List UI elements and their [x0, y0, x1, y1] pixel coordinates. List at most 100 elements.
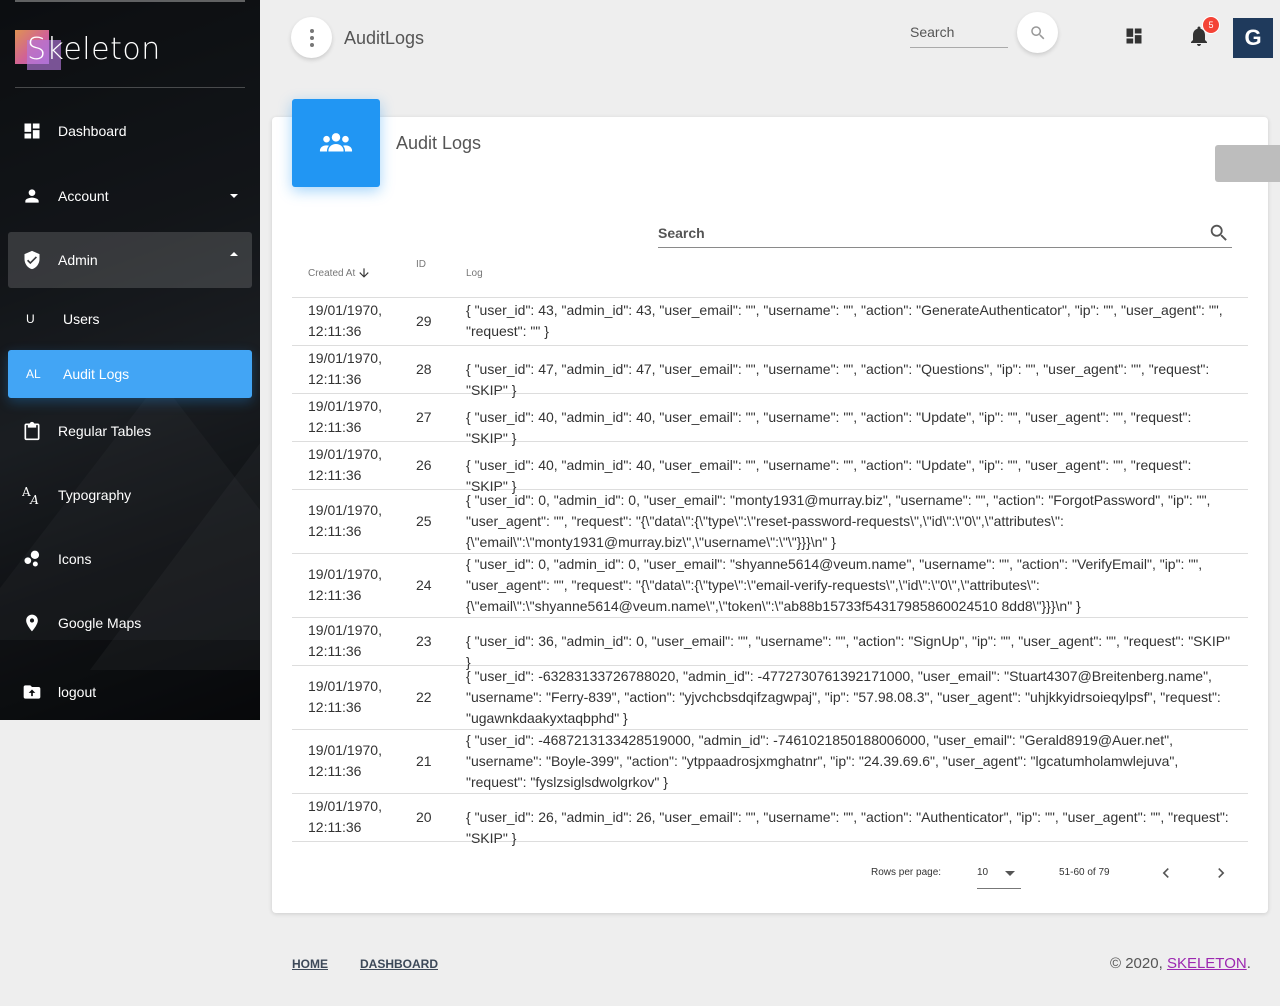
column-header-id[interactable]: ID [416, 259, 426, 270]
sidebar-item-label: Dashboard [58, 123, 127, 139]
sidebar-toggle-button[interactable] [291, 17, 332, 58]
chevron-right-icon [1218, 868, 1225, 878]
header-search [910, 18, 1008, 48]
sidebar-item-label: Account [58, 188, 109, 204]
header-search-button[interactable] [1017, 12, 1058, 53]
cell-created-at: 19/01/1970, 12:11:36 [308, 502, 382, 539]
dashboard-icon [8, 121, 58, 141]
card-action-button[interactable] [1215, 145, 1280, 182]
footer-link-home[interactable]: HOME [292, 957, 328, 971]
cell-created-at: 19/01/1970, 12:11:36 [308, 678, 382, 715]
dashboard-icon[interactable] [1124, 26, 1144, 51]
sidebar-item-admin[interactable]: Admin [8, 232, 252, 288]
table-search [658, 219, 1232, 248]
sidebar-item-account[interactable]: Account [8, 172, 252, 220]
sidebar-divider [15, 87, 245, 88]
person-icon [8, 186, 58, 206]
table-row[interactable]: 19/01/1970, 12:11:36 22 { "user_id": -63… [292, 666, 1248, 730]
cell-id: 21 [416, 753, 432, 769]
sidebar-item-label: Audit Logs [63, 366, 130, 382]
sidebar-item-logout[interactable]: logout [8, 668, 252, 716]
table-row[interactable]: 19/01/1970, 12:11:36 29 { "user_id": 43,… [292, 298, 1248, 346]
card-header-icon [292, 99, 380, 187]
page-title: AuditLogs [344, 28, 425, 48]
audit-log-table: 19/01/1970, 12:11:36 29 { "user_id": 43,… [292, 297, 1248, 846]
cell-id: 22 [416, 689, 432, 705]
column-header-created-at[interactable]: Created At [308, 266, 371, 280]
notification-badge: 5 [1202, 16, 1220, 34]
next-page-button[interactable] [1211, 863, 1231, 886]
avatar[interactable]: G [1233, 18, 1273, 58]
cell-log: { "user_id": 26, "admin_id": 26, "user_e… [466, 809, 1229, 846]
sidebar: Skeleton Dashboard Account Admin U Users… [0, 0, 260, 720]
table-row[interactable]: 19/01/1970, 12:11:36 26 { "user_id": 40,… [292, 442, 1248, 494]
column-header-log[interactable]: Log [466, 268, 483, 279]
cell-log: { "user_id": -4687213133428519000, "admi… [466, 732, 1179, 790]
cell-created-at: 19/01/1970, 12:11:36 [308, 398, 382, 435]
dropdown-arrow-icon [1005, 871, 1015, 876]
rows-per-page-label: Rows per page: [871, 867, 942, 878]
cell-log: { "user_id": 0, "admin_id": 0, "user_ema… [466, 492, 1211, 550]
sidebar-item-audit-logs[interactable]: AL Audit Logs [8, 350, 252, 398]
table-row[interactable]: 19/01/1970, 12:11:36 20 { "user_id": 26,… [292, 794, 1248, 846]
table-row[interactable]: 19/01/1970, 12:11:36 27 { "user_id": 40,… [292, 394, 1248, 446]
cell-id: 27 [416, 409, 432, 425]
sidebar-item-label: Google Maps [58, 615, 142, 631]
brand-link[interactable]: SKELETON [1167, 955, 1247, 972]
table-row[interactable]: 19/01/1970, 12:11:36 24 { "user_id": 0, … [292, 554, 1248, 618]
table-row[interactable]: 19/01/1970, 12:11:36 25 { "user_id": 0, … [292, 490, 1248, 554]
table-search-input[interactable] [658, 219, 1178, 241]
sidebar-item-google-maps[interactable]: Google Maps [8, 599, 252, 647]
column-header-label: Created At [308, 267, 356, 279]
search-icon[interactable] [1208, 222, 1230, 249]
logout-icon [8, 682, 58, 702]
svg-text:A: A [29, 493, 39, 506]
cell-id: 29 [416, 313, 432, 329]
location-pin-icon [8, 612, 58, 634]
sidebar-item-label: Typography [58, 487, 132, 503]
chevron-left-icon [1162, 868, 1169, 878]
cell-created-at: 19/01/1970, 12:11:36 [308, 566, 382, 603]
chevron-down-icon [230, 194, 238, 198]
logo[interactable]: Skeleton [15, 28, 245, 73]
copyright-text: © 2020, [1110, 955, 1167, 972]
header-search-input[interactable] [910, 18, 1008, 40]
cell-created-at: 19/01/1970, 12:11:36 [308, 622, 382, 659]
sidebar-item-label: Users [63, 311, 100, 327]
cell-log: { "user_id": 0, "admin_id": 0, "user_ema… [466, 556, 1203, 614]
sidebar-item-icons[interactable]: Icons [8, 535, 252, 583]
chevron-up-icon [230, 252, 238, 256]
previous-page-button[interactable] [1156, 863, 1176, 886]
sidebar-item-mini: U [26, 312, 35, 326]
clipboard-icon [8, 420, 58, 442]
cell-created-at: 19/01/1970, 12:11:36 [308, 446, 382, 483]
sidebar-item-dashboard[interactable]: Dashboard [8, 107, 252, 155]
sidebar-item-label: Icons [58, 551, 92, 567]
sidebar-item-users[interactable]: U Users [8, 295, 252, 343]
table-row[interactable]: 19/01/1970, 12:11:36 21 { "user_id": -46… [292, 730, 1248, 794]
footer-link-dashboard[interactable]: DASHBOARD [360, 957, 438, 971]
sidebar-item-regular-tables[interactable]: Regular Tables [8, 407, 252, 455]
cell-id: 24 [416, 577, 432, 593]
sidebar-item-label: logout [58, 684, 97, 700]
table-row[interactable]: 19/01/1970, 12:11:36 23 { "user_id": 36,… [292, 618, 1248, 670]
sidebar-item-typography[interactable]: AA Typography [8, 471, 252, 519]
cell-id: 28 [416, 361, 432, 377]
logo-text: Skeleton [27, 32, 161, 67]
cell-id: 23 [416, 633, 432, 649]
rows-per-page-select[interactable]: 10 [977, 861, 1021, 889]
cell-created-at: 19/01/1970, 12:11:36 [308, 302, 382, 339]
dot [309, 42, 314, 47]
shield-check-icon [8, 249, 58, 271]
sidebar-item-label: Regular Tables [58, 423, 152, 439]
table-row[interactable]: 19/01/1970, 12:11:36 28 { "user_id": 47,… [292, 346, 1248, 398]
pagination-range: 51-60 of 79 [1059, 867, 1110, 878]
sidebar-item-label: Admin [58, 252, 98, 268]
sidebar-top-line [15, 0, 245, 2]
bubble-chart-icon [8, 549, 58, 569]
dot [309, 28, 314, 33]
rows-per-page-value: 10 [977, 867, 989, 878]
table-pagination: Rows per page: 10 51-60 of 79 [272, 855, 1268, 895]
group-icon [319, 133, 353, 152]
copyright: © 2020, SKELETON. [1110, 955, 1251, 972]
